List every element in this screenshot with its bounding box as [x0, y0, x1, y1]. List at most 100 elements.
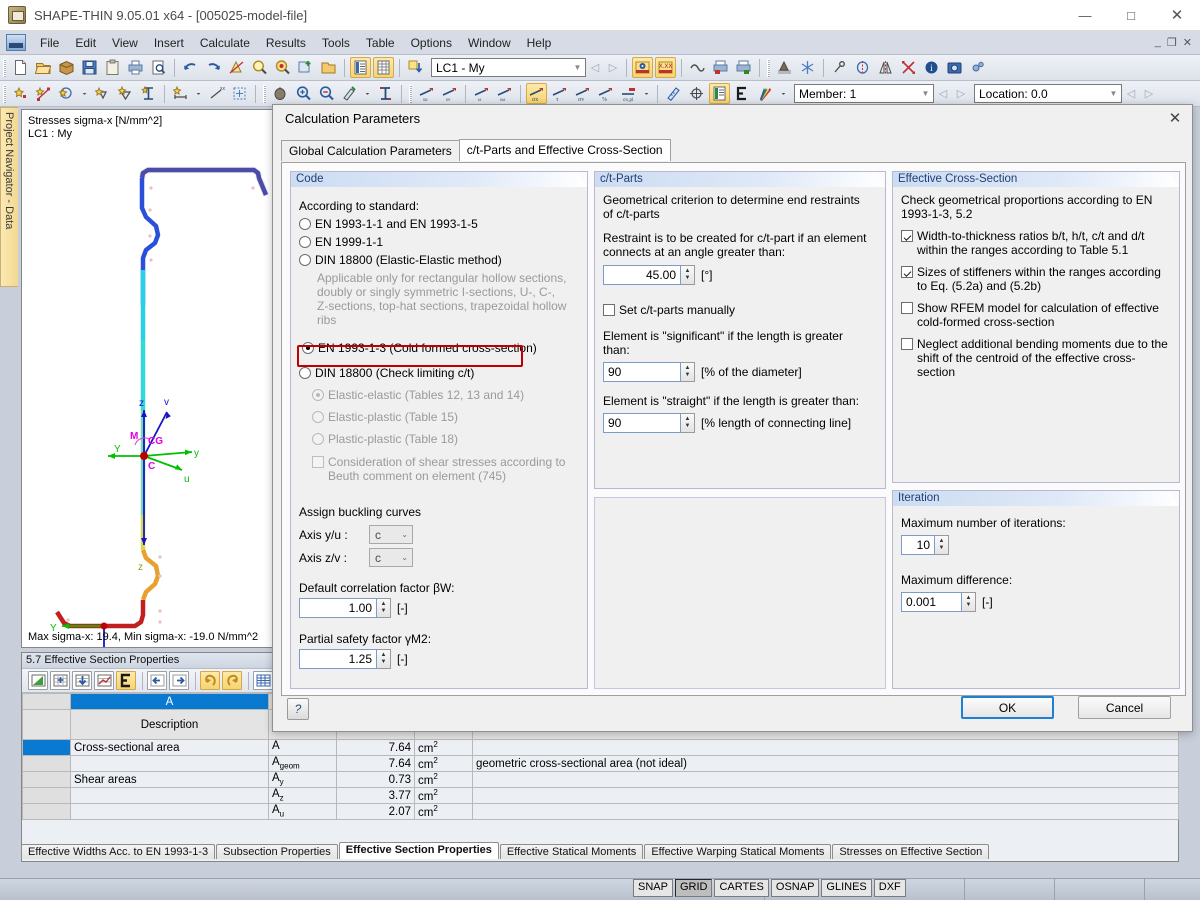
correlation-factor-stepper[interactable]: ▲ ▼ [377, 598, 391, 618]
checkbox-icon[interactable] [603, 304, 615, 316]
cell-value[interactable]: 7.64 [336, 755, 415, 772]
table-prev-icon[interactable] [147, 671, 167, 690]
max-difference-stepper[interactable]: ▲ ▼ [962, 592, 976, 612]
new-file-icon[interactable] [10, 57, 31, 78]
radio-en-1999-1-1[interactable]: EN 1999-1-1 [299, 235, 579, 249]
insert-support-2-icon[interactable] [115, 83, 136, 104]
safety-factor-stepper[interactable]: ▲ ▼ [377, 649, 391, 669]
cell-symbol[interactable]: Ageom [268, 755, 337, 772]
dropdown-arrow-3-icon[interactable] [362, 83, 373, 104]
grid-view-icon[interactable] [373, 57, 394, 78]
checkbox-icon[interactable] [901, 338, 913, 350]
radio-icon[interactable] [299, 254, 311, 266]
radio-icon[interactable] [299, 367, 311, 379]
cell-comment[interactable]: geometric cross-sectional area (not idea… [472, 755, 1179, 772]
grid-snap-icon[interactable] [229, 83, 250, 104]
section-view-icon[interactable] [375, 83, 396, 104]
cartes-button[interactable]: CARTES [714, 879, 769, 897]
cell-description[interactable] [70, 755, 269, 772]
table-row[interactable]: Cross-sectional area A 7.64 cm2 [22, 739, 1179, 756]
toolbar2-gripper-2[interactable] [263, 84, 266, 103]
print-preview-icon[interactable] [148, 57, 169, 78]
angle-stepper[interactable]: ▲ ▼ [681, 265, 695, 285]
table-next-icon[interactable] [169, 671, 189, 690]
stress-sv-icon[interactable]: sv [439, 83, 460, 104]
graphics-view[interactable]: Stresses sigma-x [N/mm^2] LC1 : My Y y u… [21, 109, 273, 648]
cell-symbol[interactable]: Ay [268, 771, 337, 788]
table-view-icon[interactable] [350, 57, 371, 78]
toolbar2-gripper-3[interactable] [409, 84, 412, 103]
tab-effective-warping-statical-moments[interactable]: Effective Warping Statical Moments [644, 844, 832, 859]
stress-su-icon[interactable]: su [416, 83, 437, 104]
checkbox-icon[interactable] [901, 230, 913, 242]
cell-comment[interactable] [472, 787, 1179, 804]
radio-icon[interactable] [299, 218, 311, 230]
table-row[interactable]: Shear areas Ay 0.73 cm2 [22, 771, 1179, 788]
location-prev-button[interactable]: ◁ [1122, 84, 1140, 104]
printout-report-2-icon[interactable] [733, 57, 754, 78]
target-icon[interactable] [686, 83, 707, 104]
tab-effective-statical-moments[interactable]: Effective Statical Moments [499, 844, 644, 859]
mdi-restore-icon[interactable]: ❐ [1167, 36, 1177, 49]
max-iterations-input[interactable]: 10 [901, 535, 935, 555]
load-case-combo[interactable]: LC1 - My ▼ [431, 58, 586, 77]
mdi-minimize-icon[interactable]: _ [1155, 36, 1161, 49]
radio-icon[interactable] [302, 342, 314, 354]
row-number[interactable] [22, 771, 71, 788]
insert-axis-icon[interactable]: xx [206, 83, 227, 104]
cell-symbol[interactable]: A [268, 739, 337, 756]
load-import-icon[interactable] [405, 57, 426, 78]
chevron-down-icon[interactable]: ⌄ [401, 530, 408, 539]
zoom-out-icon[interactable] [316, 83, 337, 104]
stress-sigma-xpl-icon[interactable]: σx,pl [618, 83, 639, 104]
table-toggle-icon[interactable] [709, 83, 730, 104]
radio-en-1993-1-1[interactable]: EN 1993-1-1 and EN 1993-1-5 [299, 217, 579, 231]
settings-icon[interactable] [967, 57, 988, 78]
color-scale-icon[interactable] [755, 83, 776, 104]
pan-icon[interactable] [270, 83, 291, 104]
bracket-icon[interactable] [732, 83, 753, 104]
chevron-down-icon[interactable]: ▼ [570, 63, 585, 72]
stress-percent-icon[interactable]: % [595, 83, 616, 104]
menu-window[interactable]: Window [460, 33, 519, 53]
load-case-prev-button[interactable]: ◁ [586, 58, 604, 78]
printout-report-icon[interactable] [710, 57, 731, 78]
delete-nodes-icon[interactable] [898, 57, 919, 78]
stress-omega-icon[interactable]: ω [471, 83, 492, 104]
zoom-icon[interactable] [249, 57, 270, 78]
open-file-icon[interactable] [33, 57, 54, 78]
cell-value[interactable]: 0.73 [336, 771, 415, 788]
insert-element-icon[interactable] [56, 83, 77, 104]
location-chevron-down-icon[interactable]: ▼ [1106, 89, 1121, 98]
checkbox-icon[interactable] [901, 266, 913, 278]
location-combo[interactable]: Location: 0.0 ▼ [974, 84, 1122, 103]
menu-options[interactable]: Options [403, 33, 460, 53]
checkbox-show-rfem-model[interactable]: Show RFEM model for calculation of effec… [901, 301, 1167, 329]
menu-tools[interactable]: Tools [314, 33, 358, 53]
insert-section-icon[interactable] [138, 83, 159, 104]
menu-insert[interactable]: Insert [146, 33, 192, 53]
toolbar-gripper[interactable] [3, 58, 6, 77]
checkbox-sizes-of-stiffeners[interactable]: Sizes of stiffeners within the ranges ac… [901, 265, 1167, 293]
checkbox-neglect-bending-moments[interactable]: Neglect additional bending moments due t… [901, 337, 1173, 379]
tab-effective-widths[interactable]: Effective Widths Acc. to EN 1993-1-3 [21, 844, 216, 859]
ok-button[interactable]: OK [961, 696, 1054, 719]
row-number[interactable] [22, 787, 71, 804]
menu-calculate[interactable]: Calculate [192, 33, 258, 53]
table-row[interactable]: Au 2.07 cm2 [22, 803, 1179, 820]
cell-symbol[interactable]: Au [268, 803, 337, 820]
dropdown-arrow-icon[interactable] [79, 83, 90, 104]
undo-icon[interactable] [180, 57, 201, 78]
member-combo[interactable]: Member: 1 ▼ [794, 84, 934, 103]
cell-description[interactable] [70, 787, 269, 804]
clipboard-icon[interactable] [102, 57, 123, 78]
menu-table[interactable]: Table [358, 33, 403, 53]
cancel-button[interactable]: Cancel [1078, 696, 1171, 719]
snowflake-icon[interactable] [797, 57, 818, 78]
table-move-down-icon[interactable] [72, 671, 92, 690]
project-navigator-tab[interactable]: Project Navigator - Data [0, 107, 18, 287]
save-icon[interactable] [79, 57, 100, 78]
tab-subsection-properties[interactable]: Subsection Properties [216, 844, 338, 859]
table-bracket-icon[interactable] [116, 671, 136, 690]
cell-description[interactable]: Shear areas [70, 771, 269, 788]
